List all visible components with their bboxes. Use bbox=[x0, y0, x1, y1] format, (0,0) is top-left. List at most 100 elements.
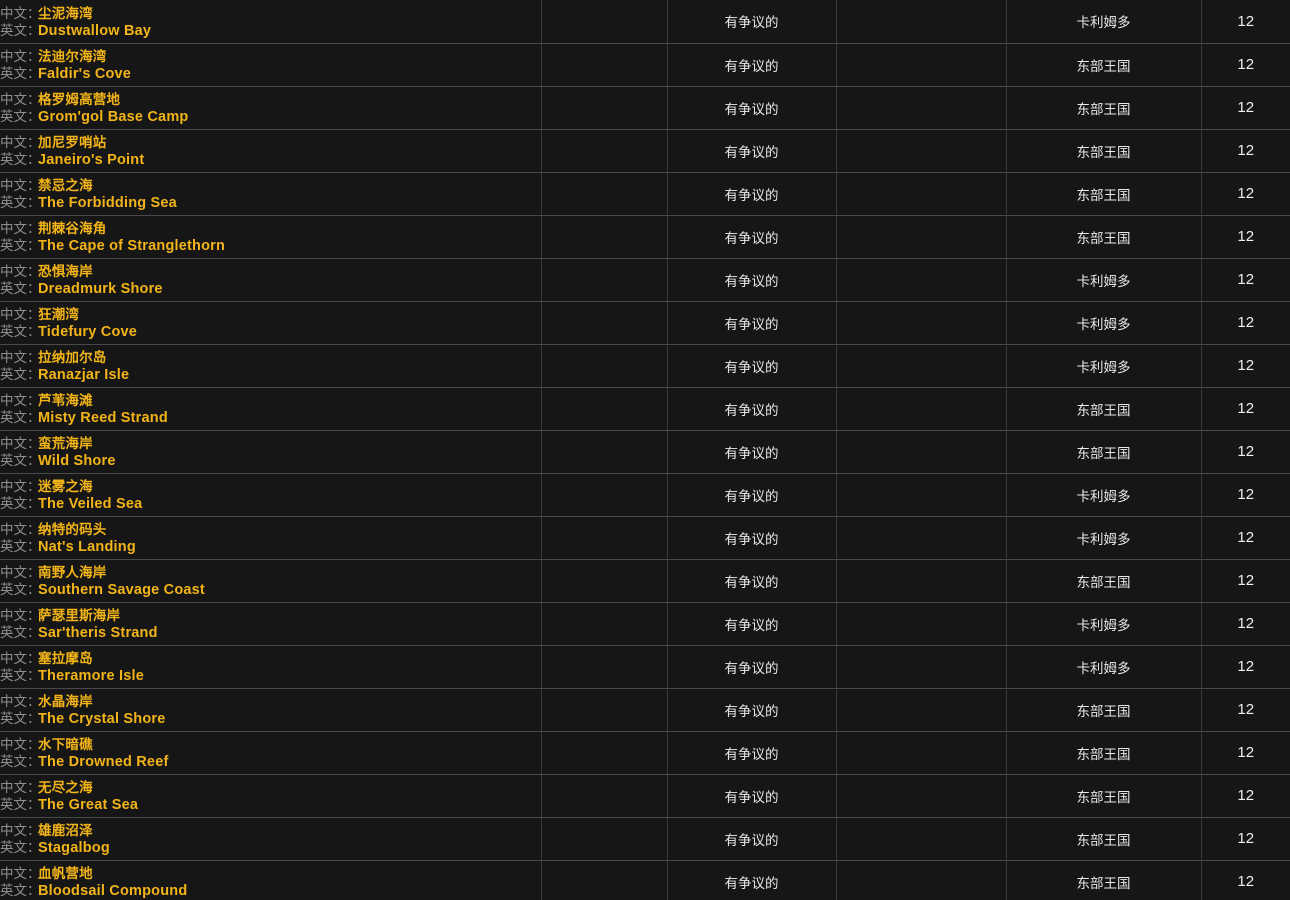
zone-name-cn[interactable]: 雄鹿沼泽 bbox=[38, 823, 93, 838]
zone-name-cell[interactable]: 中文：雄鹿沼泽 英文：Stagalbog bbox=[0, 817, 542, 861]
zone-status-cell: 有争议的 bbox=[667, 172, 837, 216]
zone-name-cell[interactable]: 中文：水下暗礁 英文：The Drowned Reef bbox=[0, 731, 542, 775]
cn-label: 中文： bbox=[0, 693, 41, 709]
zone-name-cell[interactable]: 中文：格罗姆高营地 英文：Grom'gol Base Camp bbox=[0, 86, 542, 130]
zone-name-en[interactable]: The Drowned Reef bbox=[38, 754, 169, 770]
zone-name-cell[interactable]: 中文：禁忌之海 英文：The Forbidding Sea bbox=[0, 172, 542, 216]
zone-name-cell[interactable]: 中文：迷雾之海 英文：The Veiled Sea bbox=[0, 473, 542, 517]
table-row[interactable]: 中文：法迪尔海湾 英文：Faldir's Cove 有争议的 东部王国 12 bbox=[0, 43, 1290, 87]
table-row[interactable]: 中文：塞拉摩岛 英文：Theramore Isle 有争议的 卡利姆多 12 bbox=[0, 645, 1290, 689]
zone-name-cn[interactable]: 格罗姆高营地 bbox=[38, 92, 120, 107]
zone-name-cell[interactable]: 中文：恐惧海岸 英文：Dreadmurk Shore bbox=[0, 258, 542, 302]
zone-name-en[interactable]: The Cape of Stranglethorn bbox=[38, 238, 225, 254]
table-row[interactable]: 中文：狂潮湾 英文：Tidefury Cove 有争议的 卡利姆多 12 bbox=[0, 301, 1290, 345]
table-row[interactable]: 中文：芦苇海滩 英文：Misty Reed Strand 有争议的 东部王国 12 bbox=[0, 387, 1290, 431]
zone-name-en[interactable]: The Crystal Shore bbox=[38, 711, 166, 727]
zone-name-cn[interactable]: 禁忌之海 bbox=[38, 178, 93, 193]
zone-name-en[interactable]: Nat's Landing bbox=[38, 539, 136, 555]
zone-name-cn[interactable]: 拉纳加尔岛 bbox=[38, 350, 107, 365]
table-row[interactable]: 中文：南野人海岸 英文：Southern Savage Coast 有争议的 东部王国… bbox=[0, 559, 1290, 603]
zone-name-cn-line: 中文：水下暗礁 bbox=[0, 736, 541, 754]
zone-name-en[interactable]: Bloodsail Compound bbox=[38, 883, 187, 899]
zone-name-cell[interactable]: 中文：水晶海岸英文：The Crystal Shore bbox=[0, 688, 542, 732]
zone-name-cn[interactable]: 蛮荒海岸 bbox=[38, 436, 93, 451]
zone-name-cell[interactable]: 中文：萨瑟里斯海岸 英文：Sar'theris Strand bbox=[0, 602, 542, 646]
zone-name-cell[interactable]: 中文：拉纳加尔岛 英文：Ranazjar Isle bbox=[0, 344, 542, 388]
zone-name-en[interactable]: Ranazjar Isle bbox=[38, 367, 129, 383]
zone-name-en[interactable]: Dustwallow Bay bbox=[38, 23, 151, 39]
zone-name-en-line: 英文：Stagalbog bbox=[0, 839, 541, 858]
zone-name-cn[interactable]: 荆棘谷海角 bbox=[38, 221, 107, 236]
zone-name-cn[interactable]: 纳特的码头 bbox=[38, 522, 107, 537]
zone-name-en-line: 英文：Dustwallow Bay bbox=[0, 22, 541, 41]
zone-name-cn[interactable]: 塞拉摩岛 bbox=[38, 651, 93, 666]
table-row[interactable]: 中文：恐惧海岸 英文：Dreadmurk Shore 有争议的 卡利姆多 12 bbox=[0, 258, 1290, 302]
zone-name-cn-line: 中文：迷雾之海 bbox=[0, 478, 541, 496]
zone-name-en-line: 英文：Grom'gol Base Camp bbox=[0, 108, 541, 127]
table-row[interactable]: 中文：禁忌之海 英文：The Forbidding Sea 有争议的 东部王国 12 bbox=[0, 172, 1290, 216]
table-row[interactable]: 中文：萨瑟里斯海岸 英文：Sar'theris Strand 有争议的 卡利姆多 12 bbox=[0, 602, 1290, 646]
zone-name-en[interactable]: Misty Reed Strand bbox=[38, 410, 168, 426]
zone-name-en[interactable]: Grom'gol Base Camp bbox=[38, 109, 188, 125]
zone-name-cn[interactable]: 尘泥海湾 bbox=[38, 6, 93, 21]
zone-name-en[interactable]: Janeiro's Point bbox=[38, 152, 144, 168]
zone-name-cn[interactable]: 南野人海岸 bbox=[38, 565, 107, 580]
table-row[interactable]: 中文：无尽之海 英文：The Great Sea 有争议的 东部王国 12 bbox=[0, 774, 1290, 818]
zone-name-cn[interactable]: 迷雾之海 bbox=[38, 479, 93, 494]
table-row[interactable]: 中文：加尼罗哨站 英文：Janeiro's Point 有争议的 东部王国 12 bbox=[0, 129, 1290, 173]
blank-cell-2 bbox=[836, 774, 1007, 818]
zone-name-en[interactable]: Sar'theris Strand bbox=[38, 625, 158, 641]
level-cell: 12 bbox=[1201, 215, 1290, 259]
zone-name-cn[interactable]: 加尼罗哨站 bbox=[38, 135, 107, 150]
zone-name-cell[interactable]: 中文：纳特的码头 英文：Nat's Landing bbox=[0, 516, 542, 560]
zone-name-cn-line: 中文：萨瑟里斯海岸 bbox=[0, 607, 541, 625]
zone-name-cn[interactable]: 血帆营地 bbox=[38, 866, 93, 881]
en-label: 英文： bbox=[0, 711, 41, 727]
table-row[interactable]: 中文：纳特的码头 英文：Nat's Landing 有争议的 卡利姆多 12 bbox=[0, 516, 1290, 560]
zone-name-cn[interactable]: 无尽之海 bbox=[38, 780, 93, 795]
zone-name-cell[interactable]: 中文：血帆营地 英文：Bloodsail Compound bbox=[0, 860, 542, 900]
zone-name-cell[interactable]: 中文：狂潮湾 英文：Tidefury Cove bbox=[0, 301, 542, 345]
zone-name-en[interactable]: Wild Shore bbox=[38, 453, 116, 469]
zone-name-en[interactable]: The Forbidding Sea bbox=[38, 195, 177, 211]
zone-name-cn[interactable]: 法迪尔海湾 bbox=[38, 49, 107, 64]
zone-name-cell[interactable]: 中文：塞拉摩岛 英文：Theramore Isle bbox=[0, 645, 542, 689]
zone-name-cell[interactable]: 中文：法迪尔海湾 英文：Faldir's Cove bbox=[0, 43, 542, 87]
zone-name-cn[interactable]: 恐惧海岸 bbox=[38, 264, 93, 279]
table-row[interactable]: 中文：血帆营地 英文：Bloodsail Compound 有争议的 东部王国 12 bbox=[0, 860, 1290, 900]
table-row[interactable]: 中文：雄鹿沼泽 英文：Stagalbog 有争议的 东部王国 12 bbox=[0, 817, 1290, 861]
zone-name-en[interactable]: Southern Savage Coast bbox=[38, 582, 205, 598]
zone-name-cn[interactable]: 萨瑟里斯海岸 bbox=[38, 608, 120, 623]
zone-name-cell[interactable]: 中文：南野人海岸 英文：Southern Savage Coast bbox=[0, 559, 542, 603]
zone-name-en[interactable]: Dreadmurk Shore bbox=[38, 281, 163, 297]
zone-name-cn[interactable]: 狂潮湾 bbox=[38, 307, 79, 322]
table-row[interactable]: 中文：尘泥海湾 英文：Dustwallow Bay 有争议的 卡利姆多 12 bbox=[0, 0, 1290, 44]
table-row[interactable]: 中文：迷雾之海 英文：The Veiled Sea 有争议的 卡利姆多 12 bbox=[0, 473, 1290, 517]
table-row[interactable]: 中文：荆棘谷海角 英文：The Cape of Stranglethorn 有争议的… bbox=[0, 215, 1290, 259]
zone-name-cn[interactable]: 水下暗礁 bbox=[38, 737, 93, 752]
continent-cell: 卡利姆多 bbox=[1006, 344, 1202, 388]
zone-name-en[interactable]: Theramore Isle bbox=[38, 668, 144, 684]
zone-name-en[interactable]: The Veiled Sea bbox=[38, 496, 142, 512]
level-cell: 12 bbox=[1201, 172, 1290, 216]
table-row[interactable]: 中文：格罗姆高营地 英文：Grom'gol Base Camp 有争议的 东部王国 12 bbox=[0, 86, 1290, 130]
table-row[interactable]: 中文：蛮荒海岸 英文：Wild Shore 有争议的 东部王国 12 bbox=[0, 430, 1290, 474]
zone-name-cn[interactable]: 水晶海岸 bbox=[38, 694, 93, 709]
zone-status-cell: 有争议的 bbox=[667, 473, 837, 517]
zone-name-cell[interactable]: 中文：蛮荒海岸 英文：Wild Shore bbox=[0, 430, 542, 474]
table-row[interactable]: 中文：水下暗礁 英文：The Drowned Reef 有争议的 东部王国 12 bbox=[0, 731, 1290, 775]
zone-name-cell[interactable]: 中文：荆棘谷海角 英文：The Cape of Stranglethorn bbox=[0, 215, 542, 259]
zone-name-en[interactable]: Tidefury Cove bbox=[38, 324, 137, 340]
table-row[interactable]: 中文：拉纳加尔岛 英文：Ranazjar Isle 有争议的 卡利姆多 12 bbox=[0, 344, 1290, 388]
zone-name-cn[interactable]: 芦苇海滩 bbox=[38, 393, 93, 408]
zone-name-en[interactable]: Faldir's Cove bbox=[38, 66, 131, 82]
zone-name-cell[interactable]: 中文：加尼罗哨站 英文：Janeiro's Point bbox=[0, 129, 542, 173]
zone-name-en[interactable]: Stagalbog bbox=[38, 840, 110, 856]
table-row[interactable]: 中文：水晶海岸 英文：The Crystal Shore 有争议的 东部王国 12 bbox=[0, 688, 1290, 732]
zone-name-en[interactable]: The Great Sea bbox=[38, 797, 138, 813]
zone-name-cell[interactable]: 中文：芦苇海滩 英文：Misty Reed Strand bbox=[0, 387, 542, 431]
en-label: 英文： bbox=[0, 754, 41, 770]
zone-name-cell[interactable]: 中文：无尽之海 英文：The Great Sea bbox=[0, 774, 542, 818]
zone-name-cell[interactable]: 中文：尘泥海湾 英文：Dustwallow Bay bbox=[0, 0, 542, 44]
zone-status-cell: 有争议的 bbox=[667, 559, 837, 603]
